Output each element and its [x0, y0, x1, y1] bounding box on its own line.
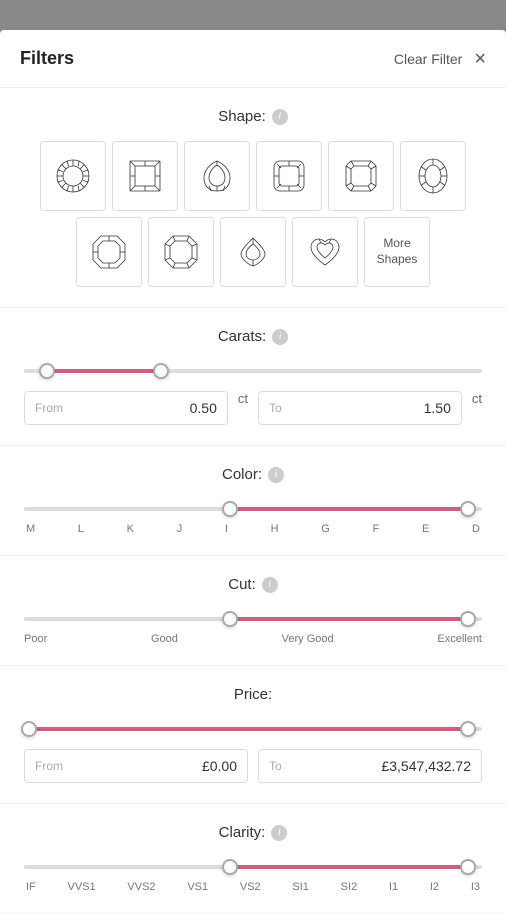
price-to-value: £3,547,432.72: [288, 758, 471, 774]
shape-item-round[interactable]: [40, 141, 106, 211]
shape-item-princess[interactable]: [112, 141, 178, 211]
clarity-slider[interactable]: [24, 857, 482, 877]
price-fill: [29, 727, 469, 731]
cut-track: [24, 617, 482, 621]
clarity-title: Clarity: i: [24, 824, 482, 841]
price-section: Price: From £0.00 To £3,547,432.72: [0, 666, 506, 804]
color-title: Color: i: [24, 466, 482, 483]
shape-info-icon[interactable]: i: [272, 109, 288, 125]
cut-title: Cut: i: [24, 576, 482, 593]
cut-info-icon[interactable]: i: [262, 577, 278, 593]
shape-grid: MoreShapes: [24, 141, 482, 287]
clarity-section: Clarity: i IF VVS1 VVS2 VS1 VS2 SI1 SI2 …: [0, 804, 506, 914]
color-slider[interactable]: [24, 499, 482, 519]
shape-item-oval[interactable]: [400, 141, 466, 211]
carats-from-input[interactable]: From 0.50: [24, 391, 228, 425]
clarity-track: [24, 865, 482, 869]
carats-fill: [47, 369, 162, 373]
cut-section: Cut: i Poor Good Very Good Excellent: [0, 556, 506, 666]
carats-info-icon[interactable]: i: [272, 329, 288, 345]
carats-track: [24, 369, 482, 373]
carats-to-unit: ct: [472, 391, 482, 425]
carats-from-unit: ct: [238, 391, 248, 425]
header-actions: Clear Filter ×: [394, 49, 486, 69]
color-labels: M L K J I H G F E D: [24, 523, 482, 535]
carats-from-value: 0.50: [69, 400, 217, 416]
carats-to-value: 1.50: [288, 400, 451, 416]
shape-item-heart[interactable]: [292, 217, 358, 287]
cut-labels: Poor Good Very Good Excellent: [24, 633, 482, 645]
price-title: Price:: [24, 686, 482, 703]
carats-thumb-left[interactable]: [39, 363, 55, 379]
price-thumb-left[interactable]: [21, 721, 37, 737]
more-shapes-label: MoreShapes: [377, 236, 418, 267]
price-track: [24, 727, 482, 731]
shape-item-marquise[interactable]: [220, 217, 286, 287]
shape-item-more[interactable]: MoreShapes: [364, 217, 430, 287]
shape-item-asscher[interactable]: [148, 217, 214, 287]
clarity-thumb-left[interactable]: [222, 859, 238, 875]
cut-thumb-right[interactable]: [460, 611, 476, 627]
color-thumb-right[interactable]: [460, 501, 476, 517]
color-thumb-left[interactable]: [222, 501, 238, 517]
cut-slider[interactable]: [24, 609, 482, 629]
shape-item-radiant[interactable]: [328, 141, 394, 211]
carats-section: Carats: i From 0.50 ct To 1.50 ct: [0, 308, 506, 446]
color-track: [24, 507, 482, 511]
carats-to-input[interactable]: To 1.50: [258, 391, 462, 425]
shape-title: Shape: i: [24, 108, 482, 125]
carats-from-label: From: [35, 401, 63, 415]
price-to-input[interactable]: To £3,547,432.72: [258, 749, 482, 783]
price-to-label: To: [269, 759, 282, 773]
price-input-row: From £0.00 To £3,547,432.72: [24, 749, 482, 783]
cut-thumb-left[interactable]: [222, 611, 238, 627]
price-from-label: From: [35, 759, 63, 773]
carats-title: Carats: i: [24, 328, 482, 345]
close-button[interactable]: ×: [474, 49, 486, 69]
price-slider[interactable]: [24, 719, 482, 739]
carats-thumb-right[interactable]: [153, 363, 169, 379]
carats-input-row: From 0.50 ct To 1.50 ct: [24, 391, 482, 425]
modal-header: Filters Clear Filter ×: [0, 30, 506, 88]
shape-item-cushion[interactable]: [256, 141, 322, 211]
color-fill: [230, 507, 468, 511]
cut-fill: [230, 617, 468, 621]
shape-section: Shape: i: [0, 88, 506, 308]
carats-to-label: To: [269, 401, 282, 415]
clarity-info-icon[interactable]: i: [271, 825, 287, 841]
clarity-labels: IF VVS1 VVS2 VS1 VS2 SI1 SI2 I1 I2 I3: [24, 881, 482, 893]
modal-title: Filters: [20, 48, 74, 69]
price-thumb-right[interactable]: [460, 721, 476, 737]
clarity-thumb-right[interactable]: [460, 859, 476, 875]
color-info-icon[interactable]: i: [268, 467, 284, 483]
shape-item-pear[interactable]: [184, 141, 250, 211]
clarity-fill: [230, 865, 468, 869]
shape-item-emerald[interactable]: [76, 217, 142, 287]
filters-modal: Filters Clear Filter × Shape: i: [0, 30, 506, 914]
clear-filter-button[interactable]: Clear Filter: [394, 51, 462, 67]
price-from-input[interactable]: From £0.00: [24, 749, 248, 783]
color-section: Color: i M L K J I H G F E D: [0, 446, 506, 556]
carats-slider[interactable]: [24, 361, 482, 381]
price-from-value: £0.00: [69, 758, 237, 774]
